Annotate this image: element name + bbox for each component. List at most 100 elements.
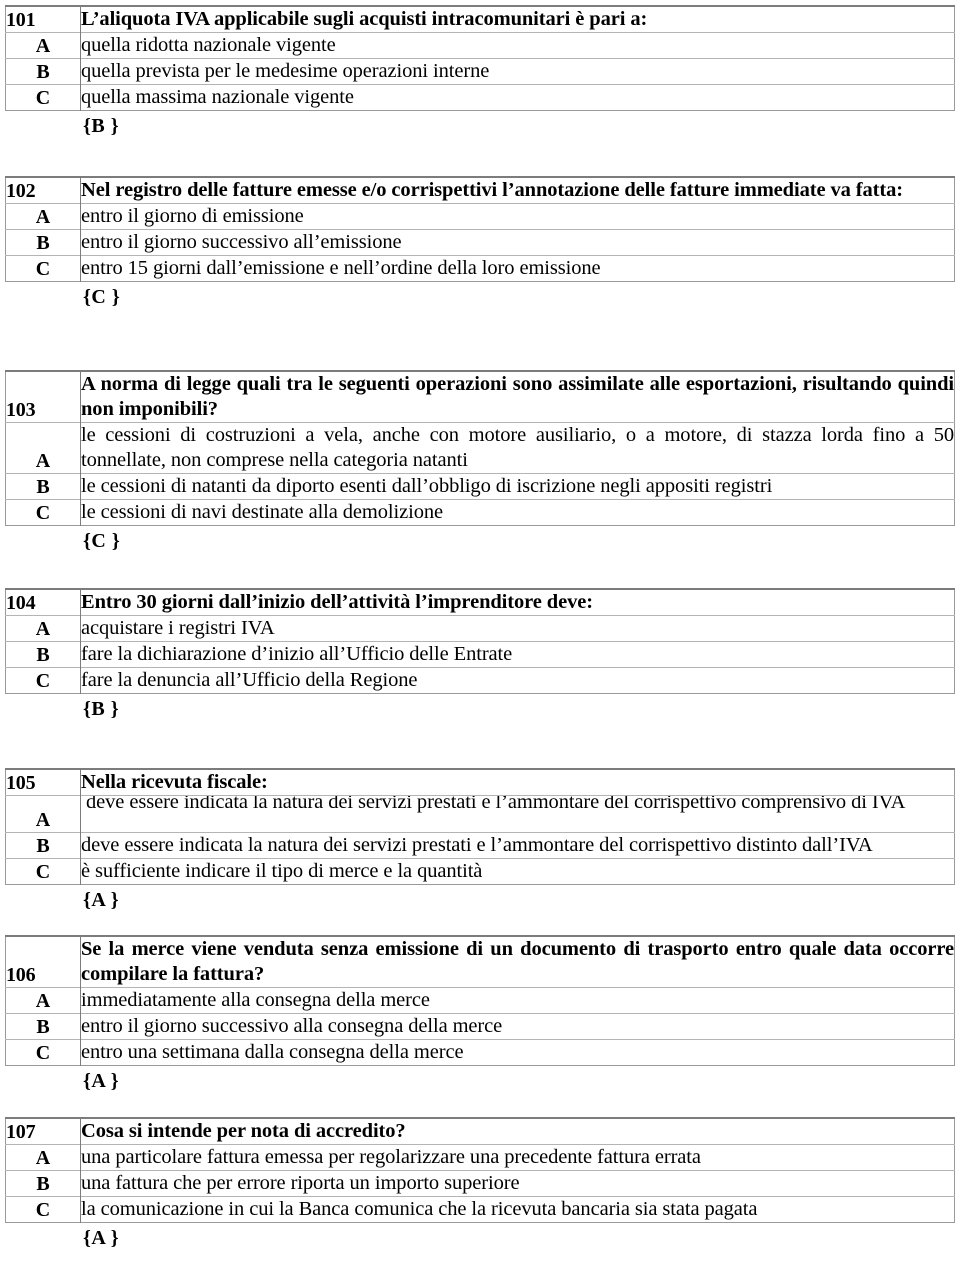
option-letter: B xyxy=(5,58,81,85)
question-table: 105 Nella ricevuta fiscale: A deve esser… xyxy=(5,768,955,885)
question-block-102: 102 Nel registro delle fatture emesse e/… xyxy=(5,176,955,309)
option-letter: B xyxy=(5,1013,81,1040)
option-row[interactable]: A una particolare fattura emessa per reg… xyxy=(5,1144,955,1171)
question-table: 107 Cosa si intende per nota di accredit… xyxy=(5,1117,955,1223)
option-text: entro una settimana dalla consegna della… xyxy=(80,1039,955,1066)
question-block-104: 104 Entro 30 giorni dall’inizio dell’att… xyxy=(5,588,955,721)
option-letter: A xyxy=(5,615,81,642)
option-text: quella massima nazionale vigente xyxy=(80,84,955,111)
question-table: 101 L’aliquota IVA applicabile sugli acq… xyxy=(5,5,955,111)
question-prompt: A norma di legge quali tra le seguenti o… xyxy=(80,370,955,423)
question-prompt: Se la merce viene venduta senza emission… xyxy=(80,935,955,988)
question-prompt-row: 102 Nel registro delle fatture emesse e/… xyxy=(5,176,955,204)
option-text: fare la dichiarazione d’inizio all’Uffic… xyxy=(80,641,955,668)
option-row[interactable]: A entro il giorno di emissione xyxy=(5,203,955,230)
option-text: entro 15 giorni dall’emissione e nell’or… xyxy=(80,255,955,282)
option-row[interactable]: B entro il giorno successivo alla conseg… xyxy=(5,1013,955,1040)
option-text: quella ridotta nazionale vigente xyxy=(80,32,955,59)
question-number: 102 xyxy=(5,176,81,204)
question-number: 103 xyxy=(5,370,81,423)
answer-key: {B } xyxy=(83,698,120,720)
option-letter: C xyxy=(5,255,81,282)
question-table: 103 A norma di legge quali tra le seguen… xyxy=(5,370,955,526)
question-block-107: 107 Cosa si intende per nota di accredit… xyxy=(5,1117,955,1250)
answer-key: {B } xyxy=(83,115,120,137)
question-table: 106 Se la merce viene venduta senza emis… xyxy=(5,935,955,1066)
answer-key: {C } xyxy=(83,530,121,552)
option-row[interactable]: B le cessioni di natanti da diporto esen… xyxy=(5,473,955,500)
option-letter: B xyxy=(5,1170,81,1197)
question-prompt-row: 107 Cosa si intende per nota di accredit… xyxy=(5,1117,955,1145)
option-text: acquistare i registri IVA xyxy=(80,615,955,642)
question-prompt-row: 104 Entro 30 giorni dall’inizio dell’att… xyxy=(5,588,955,616)
question-number: 107 xyxy=(5,1117,81,1145)
question-prompt-row: 105 Nella ricevuta fiscale: xyxy=(5,768,955,796)
option-text: è sufficiente indicare il tipo di merce … xyxy=(80,858,955,885)
question-number: 104 xyxy=(5,588,81,616)
option-row[interactable]: B una fattura che per errore riporta un … xyxy=(5,1170,955,1197)
option-letter: C xyxy=(5,667,81,694)
option-letter: A xyxy=(5,32,81,59)
answer-key: {A } xyxy=(83,1227,120,1249)
option-row[interactable]: C le cessioni di navi destinate alla dem… xyxy=(5,499,955,526)
option-letter: A xyxy=(5,987,81,1014)
question-prompt: Entro 30 giorni dall’inizio dell’attivit… xyxy=(80,588,955,616)
option-letter: C xyxy=(5,1039,81,1066)
option-letter: A xyxy=(5,422,81,474)
option-row[interactable]: C quella massima nazionale vigente xyxy=(5,84,955,111)
option-row[interactable]: A deve essere indicata la natura dei ser… xyxy=(5,795,955,833)
option-text: le cessioni di natanti da diporto esenti… xyxy=(80,473,955,500)
option-text-clipped: deve essere indicata la natura dei servi… xyxy=(80,795,955,833)
question-number: 106 xyxy=(5,935,81,988)
question-table: 102 Nel registro delle fatture emesse e/… xyxy=(5,176,955,282)
option-text: entro il giorno successivo all’emissione xyxy=(80,229,955,256)
option-text: immediatamente alla consegna della merce xyxy=(80,987,955,1014)
question-table: 104 Entro 30 giorni dall’inizio dell’att… xyxy=(5,588,955,694)
option-text: una particolare fattura emessa per regol… xyxy=(80,1144,955,1171)
option-row[interactable]: C entro 15 giorni dall’emissione e nell’… xyxy=(5,255,955,282)
option-text: la comunicazione in cui la Banca comunic… xyxy=(80,1196,955,1223)
option-letter: B xyxy=(5,229,81,256)
option-letter: C xyxy=(5,1196,81,1223)
option-text: fare la denuncia all’Ufficio della Regio… xyxy=(80,667,955,694)
option-row[interactable]: C è sufficiente indicare il tipo di merc… xyxy=(5,858,955,885)
question-block-105: 105 Nella ricevuta fiscale: A deve esser… xyxy=(5,768,955,912)
option-text: le cessioni di costruzioni a vela, anche… xyxy=(80,422,955,474)
option-row[interactable]: A quella ridotta nazionale vigente xyxy=(5,32,955,59)
question-block-103: 103 A norma di legge quali tra le seguen… xyxy=(5,370,955,553)
option-letter: A xyxy=(5,1144,81,1171)
question-prompt: Nella ricevuta fiscale: xyxy=(80,768,955,796)
option-row[interactable]: C fare la denuncia all’Ufficio della Reg… xyxy=(5,667,955,694)
option-row[interactable]: B quella prevista per le medesime operaz… xyxy=(5,58,955,85)
question-prompt: Cosa si intende per nota di accredito? xyxy=(80,1117,955,1145)
option-text: entro il giorno successivo alla consegna… xyxy=(80,1013,955,1040)
document-page: 101 L’aliquota IVA applicabile sugli acq… xyxy=(0,0,960,1269)
option-text: deve essere indicata la natura dei servi… xyxy=(80,832,955,859)
question-block-101: 101 L’aliquota IVA applicabile sugli acq… xyxy=(5,5,955,138)
option-letter: B xyxy=(5,641,81,668)
question-number: 101 xyxy=(5,5,81,33)
option-letter: B xyxy=(5,832,81,859)
answer-key: {C } xyxy=(83,286,121,308)
option-row[interactable]: A acquistare i registri IVA xyxy=(5,615,955,642)
option-letter: B xyxy=(5,473,81,500)
option-text: entro il giorno di emissione xyxy=(80,203,955,230)
option-row[interactable]: B fare la dichiarazione d’inizio all’Uff… xyxy=(5,641,955,668)
question-number: 105 xyxy=(5,768,81,796)
question-prompt: L’aliquota IVA applicabile sugli acquist… xyxy=(80,5,955,33)
option-text: deve essere indicata la natura dei servi… xyxy=(86,795,906,814)
option-text: quella prevista per le medesime operazio… xyxy=(80,58,955,85)
question-block-106: 106 Se la merce viene venduta senza emis… xyxy=(5,935,955,1093)
option-letter: C xyxy=(5,499,81,526)
question-prompt-row: 101 L’aliquota IVA applicabile sugli acq… xyxy=(5,5,955,33)
option-row[interactable]: A le cessioni di costruzioni a vela, anc… xyxy=(5,422,955,474)
option-letter: A xyxy=(5,203,81,230)
option-row[interactable]: A immediatamente alla consegna della mer… xyxy=(5,987,955,1014)
answer-key: {A } xyxy=(83,1070,120,1092)
option-row[interactable]: B entro il giorno successivo all’emissio… xyxy=(5,229,955,256)
option-row[interactable]: C entro una settimana dalla consegna del… xyxy=(5,1039,955,1066)
question-prompt: Nel registro delle fatture emesse e/o co… xyxy=(80,176,955,204)
option-row[interactable]: C la comunicazione in cui la Banca comun… xyxy=(5,1196,955,1223)
option-row[interactable]: B deve essere indicata la natura dei ser… xyxy=(5,832,955,859)
option-letter: C xyxy=(5,858,81,885)
